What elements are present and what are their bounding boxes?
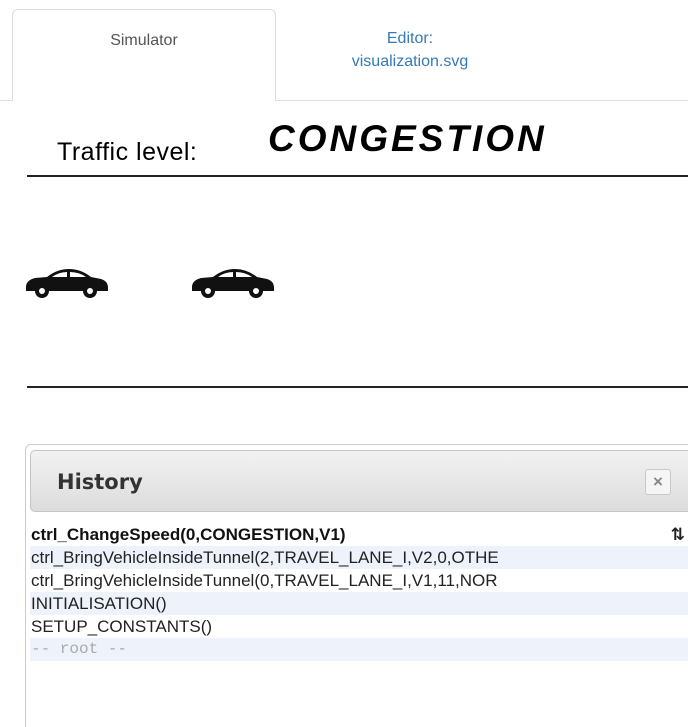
history-title: History: [57, 470, 143, 494]
tab-editor[interactable]: Editor: visualization.svg: [290, 9, 530, 73]
history-panel: History × ctrl_ChangeSpeed(0,CONGESTION,…: [25, 444, 688, 727]
history-list: ctrl_ChangeSpeed(0,CONGESTION,V1) ⇅ ctrl…: [30, 523, 688, 661]
tab-simulator[interactable]: Simulator: [12, 9, 276, 102]
history-item[interactable]: ctrl_BringVehicleInsideTunnel(0,TRAVEL_L…: [30, 569, 688, 592]
history-item-label: ctrl_BringVehicleInsideTunnel(2,TRAVEL_L…: [31, 548, 499, 567]
history-item-label: ctrl_ChangeSpeed(0,CONGESTION,V1): [31, 525, 346, 544]
history-item[interactable]: SETUP_CONSTANTS(): [30, 615, 688, 638]
history-item[interactable]: ctrl_ChangeSpeed(0,CONGESTION,V1) ⇅: [30, 523, 688, 546]
tab-editor-label-line1[interactable]: Editor:: [290, 27, 530, 50]
car-icon: [26, 269, 108, 298]
tab-bar: Simulator Editor: visualization.svg: [0, 0, 688, 102]
road-top-line: [27, 175, 688, 177]
history-item[interactable]: INITIALISATION(): [30, 592, 688, 615]
history-header: History ×: [30, 450, 688, 512]
traffic-level-value: CONGESTION: [268, 118, 547, 159]
page: Simulator Editor: visualization.svg Traf…: [0, 0, 688, 727]
history-item-label: INITIALISATION(): [31, 594, 167, 613]
history-item-label: SETUP_CONSTANTS(): [31, 617, 213, 636]
history-item-root[interactable]: -- root --: [30, 638, 688, 661]
car-icon: [192, 269, 274, 298]
close-icon[interactable]: ×: [645, 469, 671, 495]
history-item-label: ctrl_BringVehicleInsideTunnel(0,TRAVEL_L…: [31, 571, 498, 590]
visualization-area: Traffic level: CONGESTION: [0, 101, 688, 401]
sort-icon[interactable]: ⇅: [671, 523, 685, 546]
tab-simulator-label: Simulator: [110, 32, 178, 49]
traffic-level-label: Traffic level:: [57, 138, 198, 166]
history-item[interactable]: ctrl_BringVehicleInsideTunnel(2,TRAVEL_L…: [30, 546, 688, 569]
road-bottom-line: [27, 386, 688, 388]
tab-editor-label-line2[interactable]: visualization.svg: [290, 50, 530, 73]
history-item-label: -- root --: [31, 640, 128, 658]
